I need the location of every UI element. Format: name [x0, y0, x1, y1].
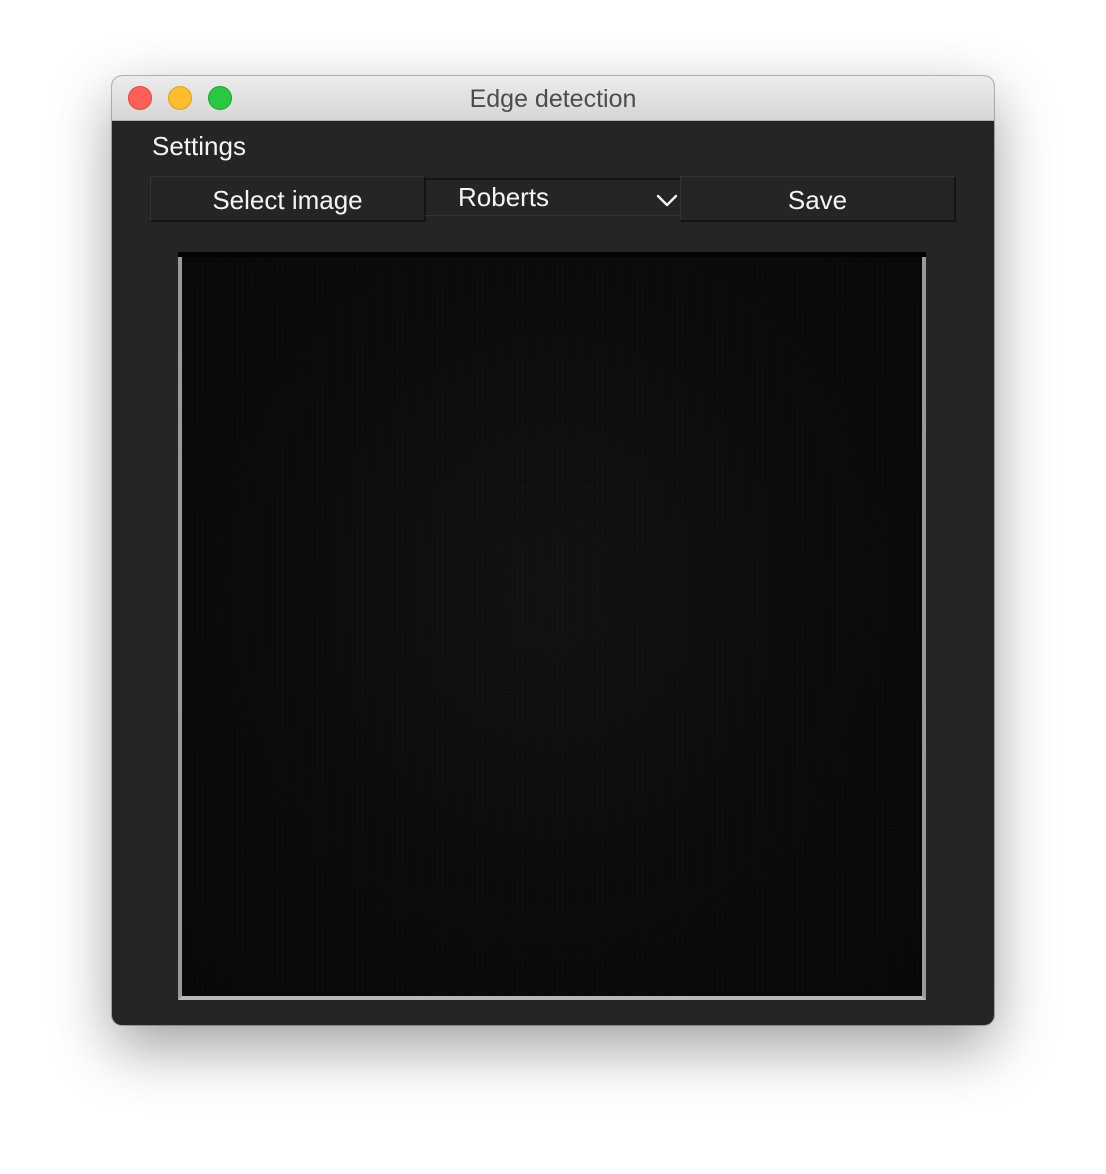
title-bar[interactable]: Edge detection	[112, 76, 994, 121]
save-button[interactable]: Save	[680, 176, 956, 222]
edge-detection-output-image	[182, 252, 922, 996]
app-window: Edge detection Settings Select image Rob…	[112, 76, 994, 1025]
image-preview	[178, 252, 926, 1000]
method-dropdown-value: Roberts	[458, 182, 550, 212]
chevron-down-icon	[656, 194, 678, 207]
select-image-button[interactable]: Select image	[150, 176, 426, 222]
method-dropdown[interactable]: Roberts	[424, 178, 682, 216]
settings-label: Settings	[152, 131, 246, 161]
window-title: Edge detection	[469, 85, 637, 113]
image-preview-top-edge	[178, 252, 926, 257]
